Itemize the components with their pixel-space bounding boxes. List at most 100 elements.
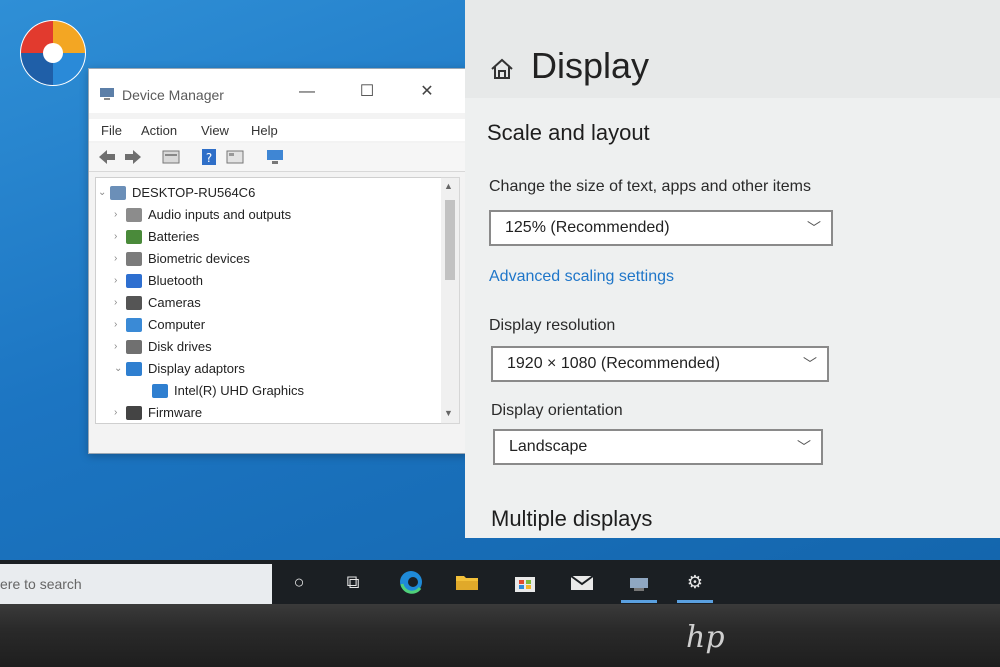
advanced-scaling-link[interactable]: Advanced scaling settings [489,268,674,286]
tree-item[interactable]: Intel(R) UHD Graphics [96,380,442,402]
home-icon[interactable] [489,56,515,82]
tree-item-label: DESKTOP-RU564C6 [132,185,256,200]
tree-item[interactable]: › Biometric devices [96,248,442,270]
chevron-right-icon[interactable]: › [114,292,124,314]
chevron-right-icon[interactable]: › [114,402,124,423]
tree-item-label: Display adaptors [148,361,245,376]
display-adapter-icon [126,362,142,376]
tree-item[interactable]: › Audio inputs and outputs [96,204,442,226]
menu-action[interactable]: Action [141,123,177,138]
store-icon[interactable] [510,568,540,596]
svg-text:?: ? [206,151,212,165]
camera-icon [126,296,142,310]
device-tree[interactable]: ⌄ DESKTOP-RU564C6 › Audio inputs and output… [95,177,443,424]
tree-item[interactable]: › Computer [96,314,442,336]
chevron-down-icon[interactable]: ⌄ [98,182,108,204]
maximize-button[interactable]: ☐ [347,79,387,105]
monitor-icon [126,318,142,332]
taskbar: ere to search ○ ⧉ ⚙ [0,560,1000,604]
chevron-right-icon[interactable]: › [114,270,124,292]
chevron-down-icon[interactable]: ⌄ [114,358,124,380]
scrollbar-thumb[interactable] [445,200,455,280]
tree-item-label: Firmware [148,405,203,420]
chevron-down-icon: ﹀ [807,220,821,236]
view-icon[interactable] [225,148,245,166]
chevron-right-icon[interactable]: › [114,314,124,336]
bluetooth-icon [126,274,142,288]
properties-icon[interactable] [161,148,181,166]
tree-item[interactable]: ⌄ DESKTOP-RU564C6 [96,182,442,204]
scale-label: Change the size of text, apps and other … [489,178,811,195]
device-manager-title: Device Manager [122,87,224,103]
menu-bar: File Action View Help [89,119,467,141]
firmware-icon [126,406,142,420]
chevron-right-icon[interactable]: › [114,336,124,358]
computer-root-icon [110,186,126,200]
vertical-scrollbar[interactable]: ▲ ▼ [441,177,460,424]
edge-icon[interactable] [396,568,426,596]
resolution-label: Display resolution [489,317,616,334]
hp-logo: hp [686,620,725,655]
menu-help[interactable]: Help [251,123,278,138]
help-icon[interactable]: ? [199,148,219,166]
minimize-button[interactable]: — [287,79,327,105]
close-button[interactable]: ✕ [407,79,447,105]
section-scale-layout: Scale and layout [487,120,650,145]
scroll-down-icon[interactable]: ▼ [444,408,453,418]
page-title: Display [531,45,650,86]
scroll-up-icon[interactable]: ▲ [444,181,453,191]
orientation-dropdown[interactable]: Landscape ﹀ [493,429,823,465]
chevron-right-icon[interactable]: › [114,226,124,248]
orientation-value: Landscape [509,438,588,455]
tree-item-label: Computer [148,317,206,332]
tree-item-label: Bluetooth [148,273,203,288]
taskbar-search-input[interactable]: ere to search [0,564,272,604]
chevron-right-icon[interactable]: › [114,204,124,226]
chevron-down-icon: ﹀ [797,439,811,455]
tree-item-label: Biometric devices [148,251,250,266]
resolution-dropdown[interactable]: 1920 × 1080 (Recommended) ﹀ [491,346,829,382]
tree-item-label: Audio inputs and outputs [148,207,292,222]
tree-item[interactable]: › Firmware [96,402,442,423]
menu-file[interactable]: File [101,123,122,138]
device-manager-app-icon [100,88,114,100]
tree-item-label: Batteries [148,229,200,244]
section-multiple-displays: Multiple displays [491,506,653,531]
settings-window[interactable]: Display Scale and layout Change the size… [465,0,1000,538]
toolbar: ? [89,143,467,172]
back-arrow-icon[interactable] [97,148,117,166]
scale-dropdown[interactable]: 125% (Recommended) ﹀ [489,210,833,246]
settings-gear-icon[interactable]: ⚙ [680,568,710,596]
scale-value: 125% (Recommended) [505,219,670,236]
fingerprint-icon [126,252,142,266]
cortana-icon[interactable]: ○ [284,568,314,596]
chevron-right-icon[interactable]: › [114,248,124,270]
active-indicator [677,600,713,603]
speaker-icon [126,208,142,222]
tree-item-label: Disk drives [148,339,212,354]
battery-icon [126,230,142,244]
orientation-label: Display orientation [491,402,623,419]
mail-icon[interactable] [567,568,597,596]
active-indicator [621,600,657,603]
tree-item[interactable]: › Disk drives [96,336,442,358]
laptop-bezel: hp [0,604,1000,667]
device-manager-titlebar[interactable]: Device Manager — ☐ ✕ [89,69,467,113]
file-explorer-icon[interactable] [452,568,482,596]
tree-item[interactable]: › Bluetooth [96,270,442,292]
device-manager-window[interactable]: Device Manager — ☐ ✕ File Action View He… [88,68,468,454]
tree-item[interactable]: › Batteries [96,226,442,248]
chevron-down-icon: ﹀ [803,356,817,372]
forward-arrow-icon[interactable] [123,148,143,166]
display-adapter-icon [152,384,168,398]
tree-item[interactable]: › Cameras [96,292,442,314]
device-manager-taskbar-icon[interactable] [624,568,654,596]
resolution-value: 1920 × 1080 (Recommended) [507,355,721,372]
tree-item-label: Cameras [148,295,201,310]
scan-hardware-icon[interactable] [265,148,285,166]
tree-item[interactable]: ⌄ Display adaptors [96,358,442,380]
tree-item-label: Intel(R) UHD Graphics [174,383,305,398]
menu-view[interactable]: View [201,123,229,138]
task-view-icon[interactable]: ⧉ [338,568,368,596]
disk-icon [126,340,142,354]
